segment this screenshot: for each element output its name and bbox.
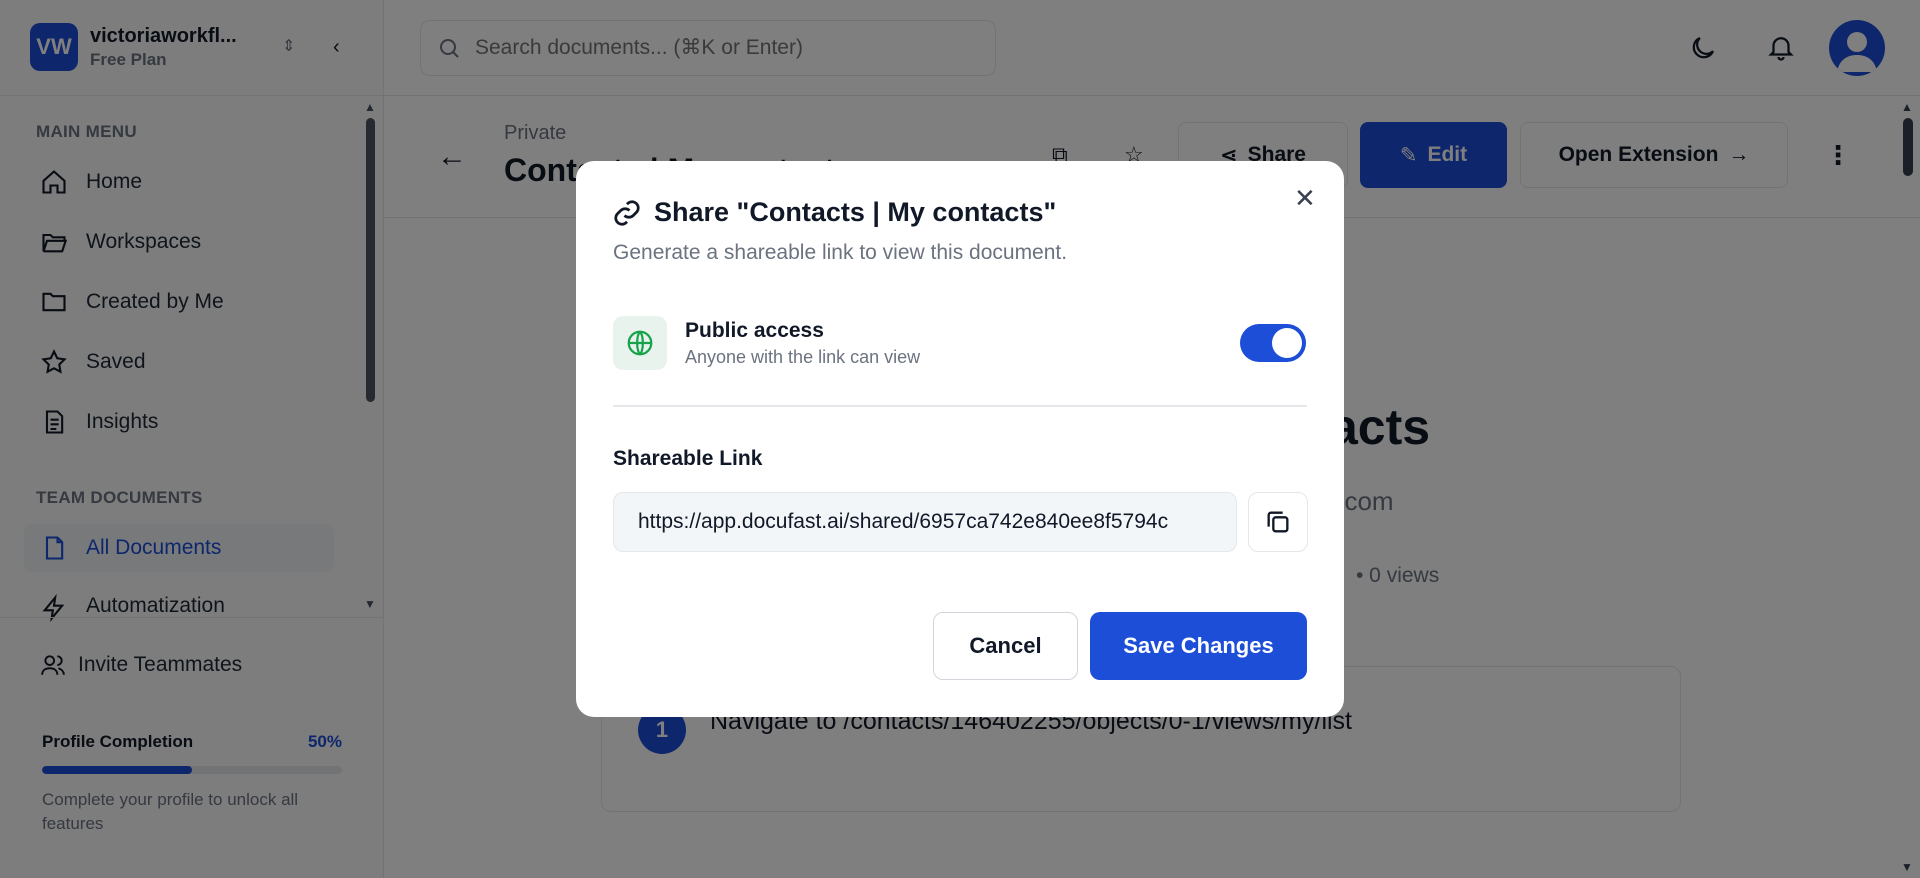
divider — [613, 405, 1307, 407]
shareable-link-field[interactable] — [613, 492, 1237, 552]
copy-link-button[interactable] — [1248, 492, 1308, 552]
public-access-description: Anyone with the link can view — [685, 347, 921, 367]
cancel-button[interactable]: Cancel — [933, 612, 1078, 680]
globe-icon-container — [613, 316, 667, 370]
public-access-title: Public access — [685, 319, 824, 342]
public-access-toggle[interactable] — [1240, 324, 1306, 362]
close-icon[interactable]: ✕ — [1294, 183, 1316, 214]
toggle-knob — [1272, 328, 1302, 358]
shareable-link-label: Shareable Link — [613, 447, 763, 470]
dialog-title: Share "Contacts | My contacts" — [654, 197, 1057, 227]
share-dialog: ✕ Share "Contacts | My contacts" Generat… — [576, 161, 1344, 717]
dialog-description: Generate a shareable link to view this d… — [613, 241, 1068, 264]
copy-icon — [1267, 511, 1289, 533]
save-changes-button[interactable]: Save Changes — [1090, 612, 1307, 680]
globe-icon — [627, 330, 653, 356]
link-icon — [614, 199, 640, 226]
